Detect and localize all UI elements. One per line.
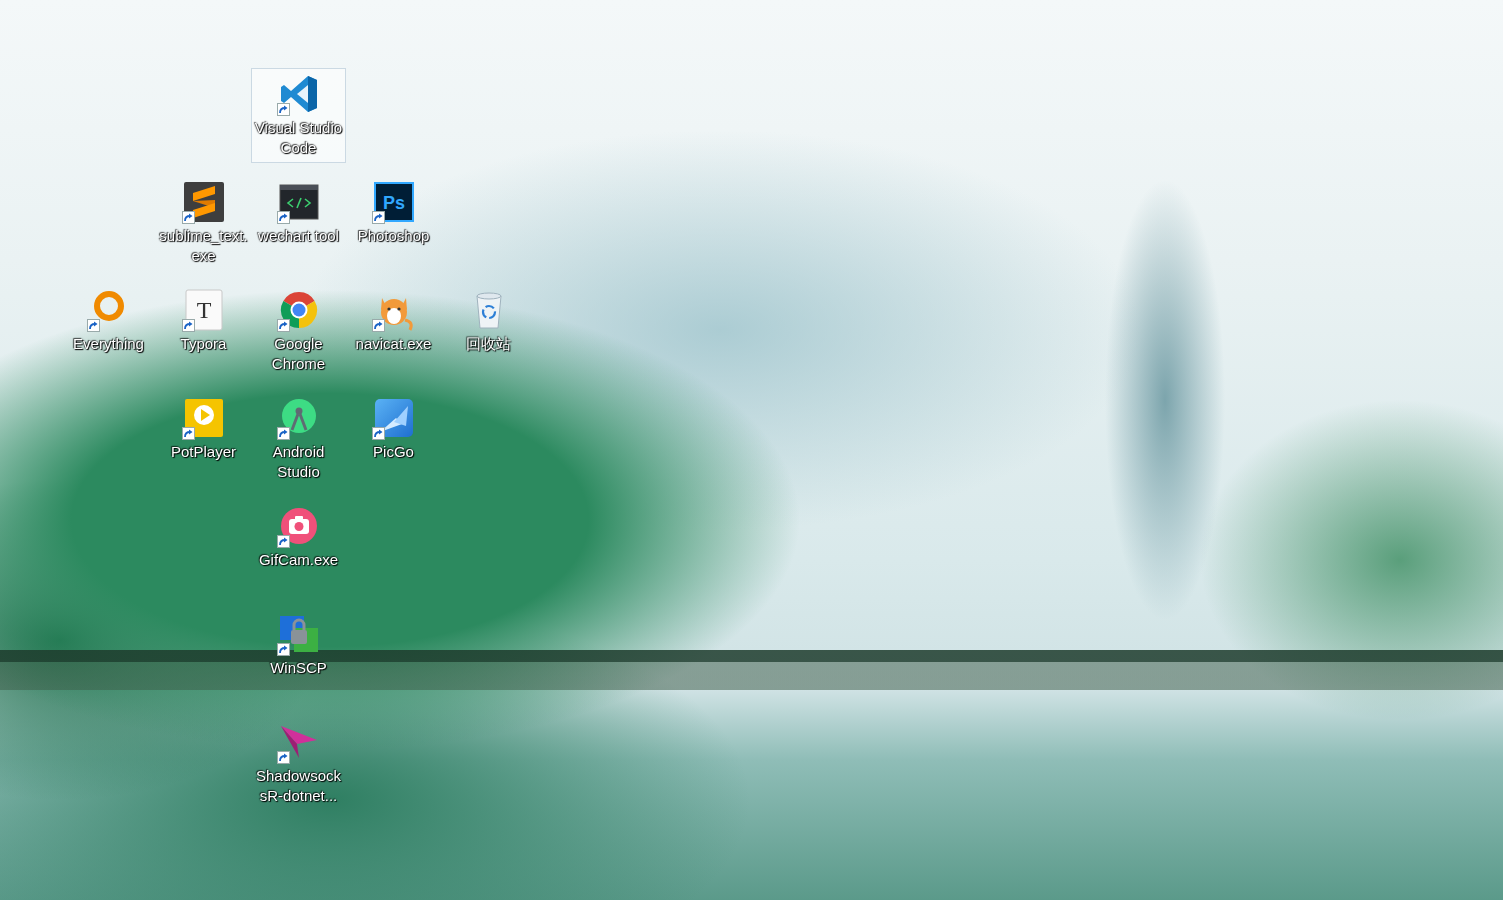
shortcut-arrow-icon [277, 103, 290, 116]
recycle-bin-icon[interactable] [467, 288, 511, 332]
desktop-icon[interactable]: Google Chrome [251, 284, 346, 379]
desktop-icon[interactable]: WinSCP [251, 608, 346, 683]
desktop-icon[interactable]: PotPlayer [156, 392, 251, 467]
icon-frame[interactable] [182, 180, 226, 224]
icon-label[interactable]: GifCam.exe [253, 550, 344, 570]
icon-label[interactable]: wechart tool [253, 226, 344, 246]
shortcut-arrow-icon [277, 751, 290, 764]
icon-frame[interactable] [277, 396, 321, 440]
icon-label[interactable]: Visual Studio Code [253, 118, 344, 158]
logo-glyph: T [196, 297, 211, 323]
shortcut-arrow-icon [372, 427, 385, 440]
icon-label[interactable]: sublime_text.exe [158, 226, 249, 266]
icon-label[interactable]: 回收站 [443, 334, 534, 354]
icon-label[interactable]: Google Chrome [253, 334, 344, 374]
desktop-icon[interactable]: navicat.exe [346, 284, 441, 359]
desktop-icon[interactable]: T Typora [156, 284, 251, 359]
desktop-icon[interactable]: GifCam.exe [251, 500, 346, 575]
icon-label[interactable]: Everything [63, 334, 154, 354]
shortcut-arrow-icon [277, 211, 290, 224]
shortcut-arrow-icon [372, 319, 385, 332]
icon-label[interactable]: navicat.exe [348, 334, 439, 354]
desktop-icon[interactable]: Android Studio [251, 392, 346, 487]
desktop-icon[interactable]: wechart tool [251, 176, 346, 251]
shortcut-arrow-icon [277, 535, 290, 548]
icon-label[interactable]: PicGo [348, 442, 439, 462]
icon-frame[interactable] [277, 720, 321, 764]
icon-label[interactable]: WinSCP [253, 658, 344, 678]
icon-frame[interactable] [277, 612, 321, 656]
icon-frame[interactable] [467, 288, 511, 332]
icon-frame[interactable] [277, 180, 321, 224]
icon-frame[interactable] [277, 504, 321, 548]
shortcut-arrow-icon [182, 319, 195, 332]
desktop-icon[interactable]: PicGo [346, 392, 441, 467]
icon-frame[interactable] [277, 72, 321, 116]
shortcut-arrow-icon [277, 643, 290, 656]
icon-frame[interactable]: T [182, 288, 226, 332]
desktop-icon[interactable]: Visual Studio Code [251, 68, 346, 163]
icon-frame[interactable] [372, 396, 416, 440]
shortcut-arrow-icon [372, 211, 385, 224]
shortcut-arrow-icon [277, 427, 290, 440]
desktop: Visual Studio Code sublime_text.exewechar… [0, 0, 1503, 824]
icon-frame[interactable] [87, 288, 131, 332]
shortcut-arrow-icon [182, 211, 195, 224]
desktop-icon[interactable]: sublime_text.exe [156, 176, 251, 271]
desktop-icon[interactable]: Everything [61, 284, 156, 359]
icon-frame[interactable] [182, 396, 226, 440]
logo-glyph: Ps [382, 193, 404, 213]
desktop-icon[interactable]: 回收站 [441, 284, 536, 359]
icon-frame[interactable] [372, 288, 416, 332]
icon-label[interactable]: Android Studio [253, 442, 344, 482]
icon-label[interactable]: ShadowsocksR-dotnet... [253, 766, 344, 806]
desktop-icon[interactable]: Ps Photoshop [346, 176, 441, 251]
icon-label[interactable]: Photoshop [348, 226, 439, 246]
shortcut-arrow-icon [277, 319, 290, 332]
icon-frame[interactable] [277, 288, 321, 332]
shortcut-arrow-icon [182, 427, 195, 440]
icon-label[interactable]: PotPlayer [158, 442, 249, 462]
desktop-icon[interactable]: ShadowsocksR-dotnet... [251, 716, 346, 811]
shortcut-arrow-icon [87, 319, 100, 332]
icon-frame[interactable]: Ps [372, 180, 416, 224]
icon-label[interactable]: Typora [158, 334, 249, 354]
